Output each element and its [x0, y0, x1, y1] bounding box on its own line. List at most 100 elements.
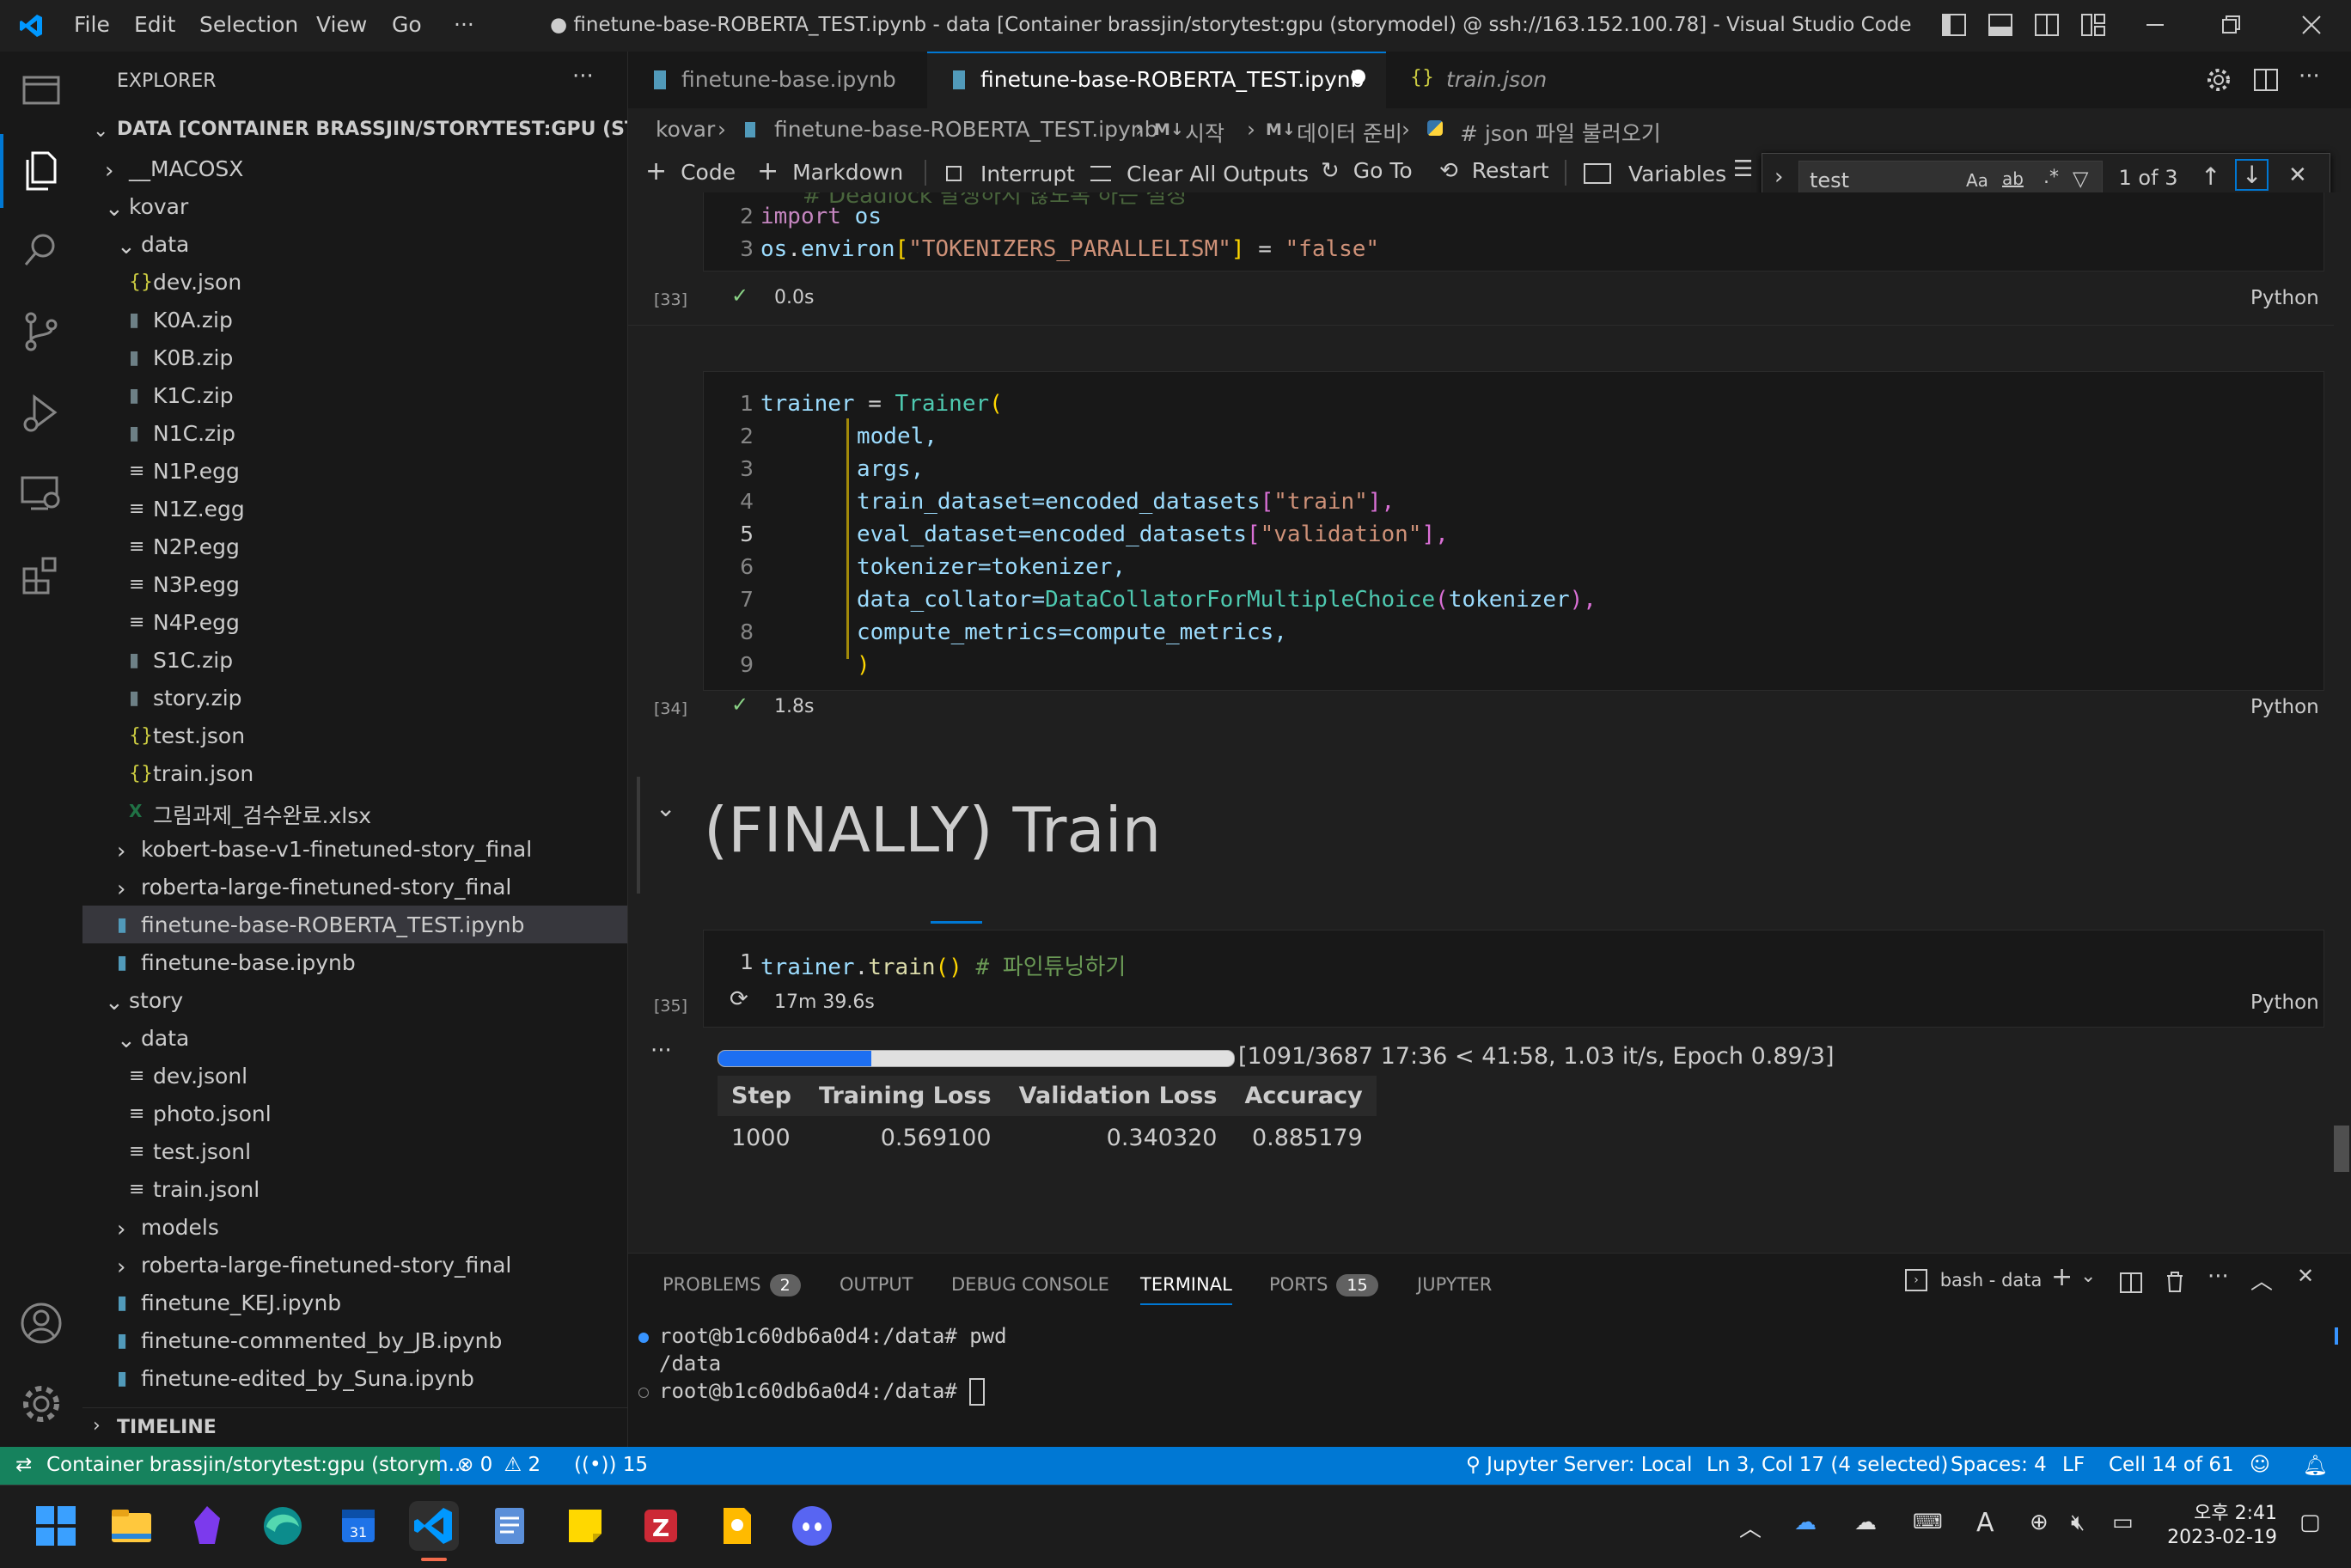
tab-finetune-base-roberta-test[interactable]: finetune-base-ROBERTA_TEST.ipynb ● [927, 52, 1386, 110]
tree-folder[interactable]: ⌄ kovar [82, 187, 627, 225]
variables-button[interactable]: Variables [1584, 160, 1726, 186]
tree-file[interactable]: ≡ test.jsonl [82, 1132, 627, 1170]
restart-button[interactable]: ⟲ Restart [1439, 158, 1549, 184]
unsaved-dot-icon[interactable]: ● [1350, 65, 1366, 87]
code-cell-35[interactable]: 1 trainer.train() # 파인튜닝하기 [703, 930, 2324, 1028]
tree-file[interactable]: ▮ finetune-edited_by_Suna.ipynb [82, 1359, 627, 1397]
tree-file[interactable]: ≡ N1P.egg [82, 452, 627, 490]
terminal-selector[interactable]: › bash - data [1905, 1269, 2042, 1291]
breadcrumb-item-data-prep[interactable]: 데이터 준비 [1297, 117, 1402, 148]
tab-problems[interactable]: PROBLEMS 2 [663, 1274, 801, 1296]
toggle-secondary-sidebar-icon[interactable] [2035, 14, 2059, 36]
network-globe-icon[interactable]: ⊕ [2030, 1510, 2049, 1535]
zotero-icon[interactable]: Z [636, 1501, 686, 1551]
tree-file[interactable]: ▮ S1C.zip [82, 641, 627, 679]
menu-go[interactable]: Go [392, 12, 422, 37]
previous-match-arrow-up-icon[interactable]: ↑ [2201, 162, 2220, 191]
tree-file[interactable]: ≡ photo.jsonl [82, 1095, 627, 1132]
notifications-bell-icon[interactable]: 🔔︎ [2303, 1454, 2328, 1477]
vscode-taskbar-icon[interactable] [409, 1501, 459, 1551]
tree-file[interactable]: ▮ K0A.zip [82, 301, 627, 339]
remote-window-icon[interactable] [17, 469, 65, 517]
breadcrumb-item-start[interactable]: 시작 [1185, 117, 1224, 148]
tree-folder[interactable]: ⌄ data [82, 1019, 627, 1057]
tab-debug-console[interactable]: DEBUG CONSOLE [951, 1274, 1109, 1295]
tree-file[interactable]: ▮ finetune_KEJ.ipynb [82, 1284, 627, 1321]
notepad-icon[interactable] [485, 1501, 534, 1551]
breadcrumb-item-notebook[interactable]: finetune-base-ROBERTA_TEST.ipynb [774, 117, 1157, 142]
interrupt-button[interactable]: Interrupt [946, 160, 1075, 186]
tree-file[interactable]: ≡ train.jsonl [82, 1170, 627, 1208]
edge-browser-icon[interactable] [258, 1501, 308, 1551]
clear-all-outputs-button[interactable]: Clear All Outputs [1090, 160, 1309, 186]
tree-folder[interactable]: ⌄ data [82, 225, 627, 263]
tab-train-json[interactable]: {} train.json [1386, 52, 1592, 108]
input-method-indicator[interactable]: A [1976, 1508, 1994, 1538]
sticky-notes-icon[interactable] [560, 1501, 610, 1551]
toggle-panel-icon[interactable] [1988, 14, 2012, 36]
tab-ports[interactable]: PORTS 15 [1269, 1274, 1378, 1296]
collapse-chevron-icon[interactable]: ⌄ [656, 794, 675, 822]
tree-file[interactable]: {} train.json [82, 754, 627, 792]
accounts-icon[interactable] [17, 1299, 65, 1347]
filter-icon[interactable]: ▽ [2073, 167, 2088, 191]
search-icon[interactable] [17, 227, 65, 275]
tree-file[interactable]: {} test.json [82, 717, 627, 754]
tree-file[interactable]: ▮ N1C.zip [82, 414, 627, 452]
cell-language[interactable]: Python [2250, 696, 2319, 718]
outline-icon[interactable]: ☰ [1733, 156, 1753, 182]
problems-status[interactable]: ⊗ 0 ⚠ 2 [457, 1454, 540, 1476]
tree-file[interactable]: ▮ K1C.zip [82, 376, 627, 414]
ports-status[interactable]: ((•)) 15 [574, 1454, 648, 1476]
cell-position[interactable]: Cell 14 of 61 [2109, 1454, 2234, 1476]
obsidian-icon[interactable] [182, 1501, 232, 1551]
remote-indicator[interactable]: ⇄ Container brassjin/storytest:gpu (stor… [0, 1447, 467, 1485]
keep-notes-icon[interactable] [711, 1501, 761, 1551]
split-terminal-icon[interactable] [2120, 1272, 2142, 1296]
explorer-root-folder[interactable]: ⌄ DATA [CONTAINER BRASSJIN/STORYTEST:GPU… [82, 112, 627, 149]
explorer-icon[interactable] [17, 146, 65, 194]
kill-terminal-trash-icon[interactable] [2165, 1271, 2185, 1296]
tree-folder[interactable]: › roberta-large-finetuned-story_final [82, 1246, 627, 1284]
restore-icon[interactable] [2219, 14, 2243, 36]
tab-jupyter[interactable]: JUPYTER [1417, 1274, 1492, 1295]
jupyter-server-status[interactable]: ⚲ Jupyter Server: Local [1466, 1454, 1692, 1476]
tree-file[interactable]: ≡ N3P.egg [82, 565, 627, 603]
customize-layout-icon[interactable] [2081, 14, 2105, 36]
tree-file[interactable]: {} dev.json [82, 263, 627, 301]
tab-finetune-base[interactable]: finetune-base.ipynb [628, 52, 927, 108]
remote-explorer-icon[interactable] [17, 65, 65, 113]
show-hidden-icons-chevron-up-icon[interactable]: ︿ [1739, 1511, 1762, 1543]
code-cell-34[interactable]: 1 2 3 4 5 6 7 8 9 trainer = Trainer( model, args… [703, 371, 2324, 691]
source-control-icon[interactable] [17, 308, 65, 356]
tree-file[interactable]: ▮ finetune-base.ipynb [82, 943, 627, 981]
menu-file[interactable]: File [74, 12, 110, 37]
tree-file[interactable]: ▮ story.zip [82, 679, 627, 717]
maximize-panel-chevron-up-icon[interactable]: ︿ [2250, 1264, 2273, 1296]
more-actions-button[interactable]: ··· [2299, 64, 2320, 89]
tree-file[interactable]: ▮ finetune-commented_by_JB.ipynb [82, 1321, 627, 1359]
onedrive-personal-cloud-icon[interactable]: ☁ [1854, 1510, 1877, 1535]
tree-folder[interactable]: › kobert-base-v1-finetuned-story_final [82, 830, 627, 868]
tree-file[interactable]: ▮ finetune-base-ROBERTA_TEST.ipynb [82, 906, 627, 943]
battery-icon[interactable]: ▭ [2112, 1510, 2134, 1535]
go-to-button[interactable]: ↻ Go To [1321, 158, 1413, 184]
clock-time[interactable]: 오후 2:41 [2183, 1498, 2277, 1525]
close-panel-icon[interactable]: ✕ [2297, 1264, 2314, 1288]
chevron-down-icon[interactable]: ⌄ [2080, 1266, 2096, 1287]
tree-file[interactable]: ≡ N4P.egg [82, 603, 627, 641]
indentation[interactable]: Spaces: 4 [1951, 1454, 2047, 1476]
menu-selection[interactable]: Selection [199, 12, 298, 37]
minimize-icon[interactable] [2143, 14, 2167, 36]
add-code-button[interactable]: + Code [645, 156, 736, 186]
volume-muted-icon[interactable]: 🔇︎ [2071, 1510, 2085, 1536]
tree-file[interactable]: X 그림과제_검수완료.xlsx [82, 792, 627, 830]
split-editor-icon[interactable] [2254, 69, 2278, 95]
start-windows-icon[interactable] [31, 1501, 81, 1551]
calendar-icon[interactable]: 31 [333, 1501, 383, 1551]
manage-gear-icon[interactable] [17, 1380, 65, 1428]
new-terminal-plus-icon[interactable]: + [2051, 1262, 2073, 1292]
tree-folder[interactable]: › models [82, 1208, 627, 1246]
menu-more[interactable]: ··· [454, 12, 474, 37]
tree-file[interactable]: ≡ dev.jsonl [82, 1057, 627, 1095]
